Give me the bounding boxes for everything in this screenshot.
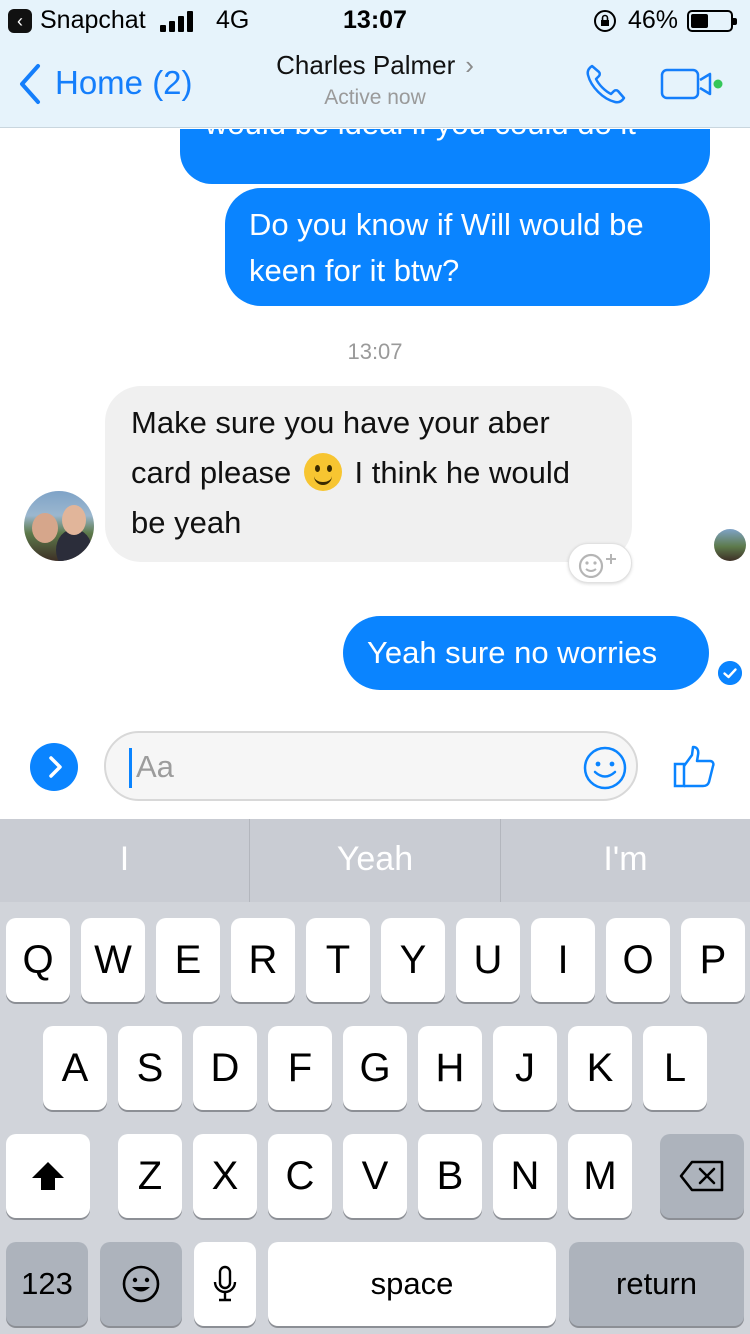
shift-key[interactable]	[6, 1134, 90, 1218]
message-bubble-outgoing[interactable]: would be ideal if you could do it	[180, 129, 710, 184]
delivered-check-icon	[718, 661, 742, 685]
backspace-icon	[679, 1160, 724, 1192]
rotation-lock-icon	[594, 10, 616, 32]
suggestion-2[interactable]: Yeah	[250, 819, 500, 902]
chevron-right-icon	[49, 756, 62, 778]
emoji-keyboard-key[interactable]	[100, 1242, 182, 1326]
shift-icon	[32, 1162, 64, 1190]
conversation-header: Home (2) Charles Palmer › Active now	[0, 40, 750, 128]
video-call-icon[interactable]	[660, 66, 724, 102]
text-caret	[129, 748, 132, 788]
message-text: would be ideal if you could do it	[205, 129, 636, 147]
key-w[interactable]: W	[81, 918, 145, 1002]
key-b[interactable]: B	[418, 1134, 482, 1218]
key-v[interactable]: V	[343, 1134, 407, 1218]
key-o[interactable]: O	[606, 918, 670, 1002]
key-e[interactable]: E	[156, 918, 220, 1002]
read-receipt-avatar	[714, 529, 746, 561]
keyboard: Q W E R T Y U I O P A S D F G H J K L Z …	[0, 902, 750, 1334]
key-u[interactable]: U	[456, 918, 520, 1002]
return-key[interactable]: return	[569, 1242, 744, 1326]
active-status: Active now	[324, 86, 426, 109]
key-c[interactable]: C	[268, 1134, 332, 1218]
expand-actions-button[interactable]	[30, 743, 78, 791]
key-a[interactable]: A	[43, 1026, 107, 1110]
key-l[interactable]: L	[643, 1026, 707, 1110]
message-text: Yeah sure no worries	[367, 635, 658, 670]
message-timestamp: 13:07	[347, 339, 403, 364]
delete-key[interactable]	[660, 1134, 744, 1218]
thumbs-up-icon[interactable]	[670, 743, 718, 791]
key-p[interactable]: P	[681, 918, 745, 1002]
message-text: Do you know if Will would be keen for it…	[249, 207, 644, 288]
contact-name-text: Charles Palmer	[276, 50, 456, 80]
key-i[interactable]: I	[531, 918, 595, 1002]
composer-bar	[0, 719, 750, 819]
contact-avatar[interactable]	[24, 491, 94, 561]
add-reaction-icon	[578, 553, 616, 578]
key-x[interactable]: X	[193, 1134, 257, 1218]
numbers-key[interactable]: 123	[6, 1242, 88, 1326]
message-input-container[interactable]	[104, 731, 638, 801]
message-list[interactable]: would be ideal if you could do it Do you…	[0, 129, 750, 719]
dictation-key[interactable]	[194, 1242, 256, 1326]
predictive-text-bar: I Yeah I'm	[0, 819, 750, 902]
space-key[interactable]: space	[268, 1242, 556, 1326]
message-bubble-outgoing[interactable]: Do you know if Will would be keen for it…	[225, 188, 710, 306]
battery-icon	[687, 10, 737, 32]
key-j[interactable]: J	[493, 1026, 557, 1110]
key-y[interactable]: Y	[381, 918, 445, 1002]
emoji-icon[interactable]	[582, 745, 628, 791]
phone-call-icon[interactable]	[582, 60, 630, 108]
battery-percent: 46%	[628, 6, 679, 34]
key-k[interactable]: K	[568, 1026, 632, 1110]
message-bubble-incoming[interactable]: Make sure you have your aber card please…	[105, 386, 632, 562]
key-s[interactable]: S	[118, 1026, 182, 1110]
status-bar: ‹ Snapchat 4G 13:07 46%	[0, 0, 750, 40]
key-h[interactable]: H	[418, 1026, 482, 1110]
key-f[interactable]: F	[268, 1026, 332, 1110]
key-q[interactable]: Q	[6, 918, 70, 1002]
suggestion-1[interactable]: I	[0, 819, 249, 902]
microphone-icon	[213, 1265, 237, 1302]
suggestion-3[interactable]: I'm	[501, 819, 750, 902]
key-z[interactable]: Z	[118, 1134, 182, 1218]
message-input[interactable]	[136, 745, 556, 789]
key-g[interactable]: G	[343, 1026, 407, 1110]
key-d[interactable]: D	[193, 1026, 257, 1110]
key-t[interactable]: T	[306, 918, 370, 1002]
emoji-icon	[122, 1265, 160, 1303]
key-m[interactable]: M	[568, 1134, 632, 1218]
contact-name[interactable]: Charles Palmer ›	[0, 50, 750, 81]
slightly-smiling-emoji-icon	[303, 453, 342, 491]
add-reaction-button[interactable]	[568, 543, 632, 583]
key-r[interactable]: R	[231, 918, 295, 1002]
key-n[interactable]: N	[493, 1134, 557, 1218]
chevron-right-icon: ›	[465, 50, 474, 80]
message-bubble-outgoing[interactable]: Yeah sure no worries	[343, 616, 709, 690]
